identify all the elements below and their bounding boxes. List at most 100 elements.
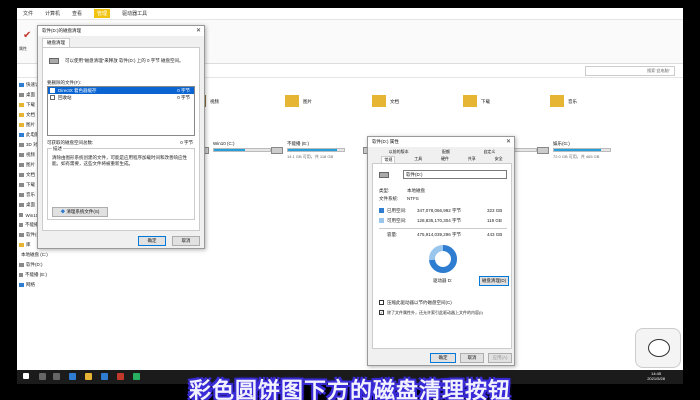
compress-label: 压缩此驱动器以节约磁盘空间(C)	[387, 300, 452, 305]
folder-label: 文档	[390, 99, 399, 104]
compress-checkbox[interactable]	[379, 300, 384, 305]
ribbon-tab-manage[interactable]: 管理	[94, 9, 111, 18]
fs-value: NTFS	[407, 196, 419, 201]
drive-name-input[interactable]: 软件(D:)	[403, 170, 507, 179]
folder-icon	[19, 203, 24, 207]
ribbon-tab[interactable]: 计算机	[45, 10, 60, 17]
folder-icon	[19, 273, 23, 277]
nav-item-label: 本地磁盘 (C:)	[21, 252, 48, 257]
ok-button[interactable]: 确定	[430, 353, 456, 363]
disk-cleanup-button[interactable]: 磁盘清理(D)	[479, 276, 509, 286]
folder-label: 音乐	[568, 99, 577, 104]
folder-icon	[19, 243, 24, 247]
folder-icon	[19, 283, 24, 287]
drive-usage-bar	[287, 148, 345, 152]
nav-item[interactable]: 不能播 (E:)	[17, 270, 47, 280]
description-text: 清除由图形系统创建的文件，可能是应用程序加载时间和改善响应性能。如有需要，这些文…	[52, 155, 187, 166]
drive-usage-bar	[553, 148, 611, 152]
ribbon-tabs: 文件 计算机 查看 管理 驱动器工具	[17, 8, 683, 20]
close-icon[interactable]: ✕	[506, 138, 511, 145]
properties-label: 属性	[19, 46, 27, 51]
folder-label: 下载	[481, 99, 490, 104]
cancel-button[interactable]: 取消	[460, 353, 484, 363]
folder-item[interactable]: 文档	[372, 95, 432, 115]
desktop-screen: 文件 计算机 查看 管理 驱动器工具 ✔ 属性 搜索"此电脑" 快速访问 桌面 下载…	[17, 8, 683, 370]
nav-item-label: 桌面	[26, 92, 35, 97]
clean-system-files-button[interactable]: ◆ 清理系统文件(S)	[52, 207, 108, 217]
checkbox[interactable]	[50, 88, 55, 93]
nav-item[interactable]: 网络	[17, 280, 47, 290]
drive-usage-fill	[554, 149, 602, 151]
dialog-titlebar: 软件(D:) 属性 ✕	[368, 137, 514, 147]
used-gb: 323 GB	[487, 208, 503, 213]
cleanup-panel: 可以使用"磁盘清理"来释放 软件(D:) 上的 0 字节 磁盘空间。 要删除的文…	[42, 47, 200, 231]
index-label: 除了文件属性外，还允许索引此驱动器上文件的内容(I)	[387, 310, 483, 315]
used-label: 已用空间:	[387, 208, 407, 213]
general-panel: 软件(D:) 类型: 本地磁盘 文件系统: NTFS 已用空间: 347,078…	[372, 163, 512, 349]
free-gb: 119 GB	[487, 218, 502, 223]
drive-properties-dialog: 软件(D:) 属性 ✕ 以前的版本 配额 自定义 常规 工具 硬件 共享 安全 …	[367, 136, 515, 366]
nav-item-label: 文档	[26, 172, 35, 177]
folder-icon	[19, 263, 24, 267]
folder-icon	[19, 133, 24, 137]
tab-quota[interactable]: 配额	[442, 149, 450, 155]
dialog-title: 软件(D:) 属性	[372, 139, 399, 144]
drive-item[interactable]: Win10 (C:)	[197, 141, 277, 165]
file-size: 0 字节	[177, 95, 190, 100]
nav-item[interactable]: 软件(D:)	[17, 260, 47, 270]
index-checkbox[interactable]: ✓	[379, 310, 384, 315]
drive-usage-fill	[288, 149, 338, 151]
folder-item[interactable]: 音乐	[550, 95, 610, 115]
ribbon-tab[interactable]: 文件	[23, 10, 33, 17]
nav-item-label: 音乐	[26, 192, 35, 197]
tab-disk-cleanup[interactable]: 磁盘清理	[42, 38, 70, 47]
checkbox[interactable]	[50, 95, 55, 100]
drive-letter-label: 驱动器 D:	[433, 278, 453, 283]
folder-item[interactable]: 下载	[463, 95, 523, 115]
tab-previous-versions[interactable]: 以前的版本	[389, 149, 409, 155]
file-row[interactable]: 回收站 0 字节	[48, 94, 194, 101]
nav-item-label: 图片	[26, 162, 35, 167]
tab-customize[interactable]: 自定义	[483, 149, 495, 155]
nav-item-label: 库	[26, 242, 31, 247]
close-icon[interactable]: ✕	[196, 27, 201, 34]
cleanup-intro: 可以使用"磁盘清理"来释放 软件(D:) 上的 0 字节 磁盘空间。	[65, 58, 184, 63]
description-label: 描述	[52, 146, 63, 152]
folder-icon	[19, 193, 24, 197]
folder-icon	[19, 93, 24, 97]
drive-usage-bar	[213, 148, 271, 152]
type-label: 类型:	[379, 188, 390, 193]
folder-icon	[285, 95, 299, 107]
disk-cleanup-dialog: 软件(D:)的磁盘清理 ✕ 磁盘清理 可以使用"磁盘清理"来释放 软件(D:) …	[37, 25, 205, 249]
type-value: 本地磁盘	[407, 188, 425, 193]
folder-icon	[550, 95, 564, 107]
dialog-titlebar: 软件(D:)的磁盘清理 ✕	[38, 26, 204, 36]
files-list: DirectX 着色器缓存 0 字节 回收站 0 字节	[47, 86, 195, 136]
cancel-button[interactable]: 取消	[172, 236, 200, 246]
drive-item[interactable]: 娱乐(G:) 72.0 GB 可用，共 465 GB	[537, 141, 617, 165]
apply-button[interactable]: 应用(A)	[488, 353, 512, 363]
file-row[interactable]: DirectX 着色器缓存 0 字节	[48, 87, 194, 94]
nav-item-label: 软件(D:)	[26, 262, 43, 267]
drive-item[interactable]: 不能播 (E:) 14.1 GB 可用，共 118 GB	[271, 141, 351, 165]
folder-icon	[19, 113, 24, 117]
fs-label: 文件系统:	[379, 196, 399, 201]
nav-item[interactable]: 本地磁盘 (C:)	[17, 250, 48, 260]
capacity-gb: 443 GB	[487, 232, 503, 237]
drive-icon	[379, 172, 389, 178]
nav-item-label: 文档	[26, 112, 35, 117]
capacity-bytes: 475,914,039,296 字节	[417, 232, 462, 237]
search-input[interactable]: 搜索"此电脑"	[585, 66, 675, 76]
capacity-label: 容量:	[387, 232, 398, 237]
folder-icon	[19, 223, 23, 227]
folder-item[interactable]: 图片	[285, 95, 345, 115]
ribbon-tab[interactable]: 查看	[72, 10, 82, 17]
folder-icon	[19, 183, 24, 187]
ribbon-tab[interactable]: 驱动器工具	[122, 10, 147, 17]
properties-check-icon[interactable]: ✔	[23, 30, 33, 42]
free-label: 可用空间:	[387, 218, 407, 223]
divider	[379, 228, 507, 229]
folder-label: 视频	[210, 99, 219, 104]
free-bytes: 128,835,170,304 字节	[417, 218, 462, 223]
ok-button[interactable]: 确定	[138, 236, 166, 246]
